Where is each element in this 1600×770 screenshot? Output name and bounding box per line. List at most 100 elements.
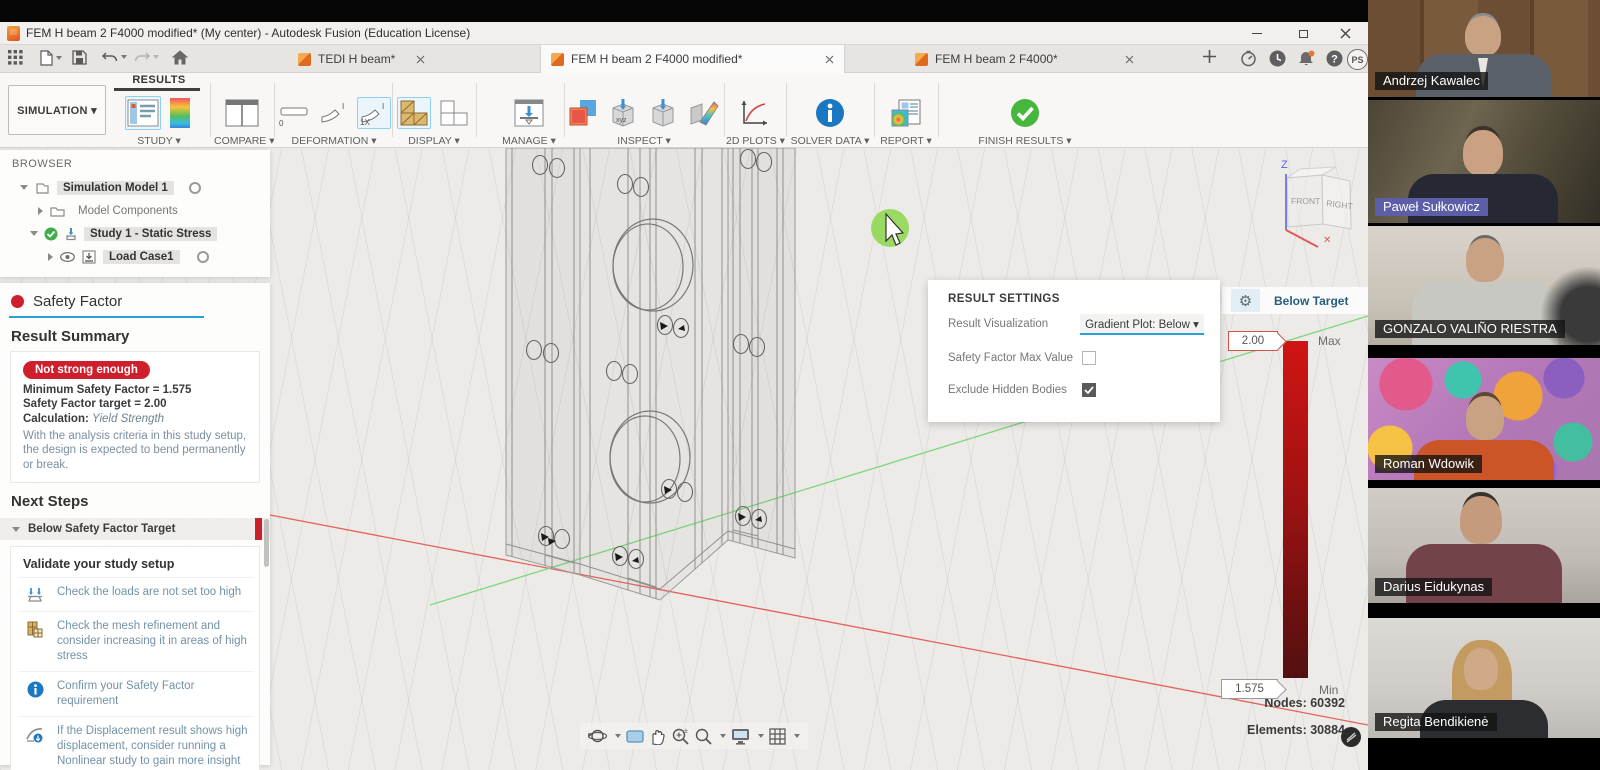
tree-item-study1[interactable]: Study 1 - Static Stress [0, 222, 270, 245]
inspect-point-xyz-button[interactable]: xyz [606, 96, 640, 130]
pan-button[interactable] [649, 728, 666, 745]
step-check-mesh[interactable]: Check the mesh refinement and consider i… [19, 611, 253, 671]
step-check-loads[interactable]: Check the loads are not set too high [19, 577, 253, 611]
close-button[interactable] [1330, 25, 1360, 42]
grid-caret-icon[interactable] [794, 734, 800, 738]
study-group-label[interactable]: STUDY ▾ [112, 135, 206, 147]
zoom-icon: ± [671, 727, 689, 745]
chevron-right-icon[interactable] [48, 253, 53, 261]
x-axis-label: ✕ [1323, 235, 1331, 246]
display-settings-button[interactable] [731, 728, 750, 745]
inspect-point-button[interactable] [646, 96, 680, 130]
step-nonlinear-study[interactable]: If the Displacement result shows high di… [19, 716, 253, 770]
deformation-scaled-button[interactable]: I 1X [357, 97, 391, 129]
undo-button[interactable] [102, 50, 127, 63]
finish-results-button[interactable] [1007, 95, 1043, 131]
max-value-checkbox[interactable] [1082, 351, 1096, 365]
panel-scrollbar[interactable] [264, 519, 269, 567]
app-grid-button[interactable] [8, 50, 23, 65]
2d-plots-button[interactable] [736, 96, 772, 130]
view-cube[interactable]: FRONT RIGHT Z ✕ [1281, 159, 1353, 247]
manage-button[interactable] [511, 96, 547, 130]
save-button[interactable] [72, 50, 87, 65]
compare-button[interactable] [223, 96, 261, 130]
display-caret-icon[interactable] [758, 734, 764, 738]
user-avatar[interactable]: PS [1347, 49, 1368, 70]
participant-tile[interactable]: Andrzej Kawalec [1368, 0, 1600, 97]
participant-tile[interactable]: Paweł Sułkowicz [1368, 100, 1600, 223]
window-title: FEM H beam 2 F4000 modified* (My center)… [26, 26, 470, 40]
solver-data-button[interactable] [812, 95, 848, 131]
inspect-slice-button[interactable] [686, 96, 722, 130]
zoom-window-button[interactable] [694, 727, 712, 745]
file-caret-icon [56, 56, 62, 60]
manage-group-label[interactable]: MANAGE ▾ [498, 135, 560, 147]
deformation-none-button[interactable]: 0 [277, 97, 311, 129]
report-button[interactable] [888, 96, 924, 130]
deformation-group-label[interactable]: DEFORMATION ▾ [278, 135, 390, 147]
compare-group-label[interactable]: COMPARE ▾ [214, 135, 270, 147]
grid-settings-button[interactable] [769, 728, 786, 745]
report-group-label[interactable]: REPORT ▾ [878, 135, 934, 147]
participant-tile[interactable]: Roman Wdowik [1368, 358, 1600, 480]
inspect-group-label[interactable]: INSPECT ▾ [568, 135, 720, 147]
tab-fem-h-beam[interactable]: FEM H beam 2 F4000* [905, 45, 1144, 73]
maximize-button[interactable] [1288, 25, 1318, 42]
activate-model-radio[interactable] [189, 182, 201, 194]
study-results-button[interactable] [125, 96, 161, 130]
finish-group-label[interactable]: FINISH RESULTS ▾ [962, 135, 1088, 147]
tab-tedi-h-beam[interactable]: TEDI H beam* [288, 45, 435, 73]
legend-max-flag[interactable]: 2.00 [1228, 331, 1278, 351]
home-button[interactable] [172, 50, 188, 65]
viewcube-front-label[interactable]: FRONT [1291, 196, 1320, 206]
max-value-label: Safety Factor Max Value [948, 352, 1073, 364]
results-context-tab[interactable]: RESULTS [112, 74, 206, 86]
chevron-down-icon[interactable] [30, 231, 38, 236]
participant-tile[interactable]: Darius Eidukynas [1368, 488, 1600, 603]
activate-load-case-radio[interactable] [197, 251, 209, 263]
job-status-button[interactable] [1240, 50, 1257, 67]
tree-item-simulation-model[interactable]: Simulation Model 1 [0, 176, 270, 199]
look-at-button[interactable] [626, 729, 644, 744]
solver-group-label[interactable]: SOLVER DATA ▾ [790, 135, 870, 147]
display-boundary-button[interactable] [437, 97, 471, 129]
svg-text:I: I [342, 102, 344, 111]
chevron-down-icon[interactable] [20, 185, 28, 190]
step-text: Confirm your Safety Factor requirement [57, 679, 251, 709]
tree-item-model-components[interactable]: Model Components [0, 199, 270, 222]
tab-close-icon[interactable] [1125, 55, 1134, 64]
minimize-button[interactable] [1242, 25, 1272, 42]
exclude-hidden-checkbox[interactable] [1082, 383, 1096, 397]
workspace-selector[interactable]: SIMULATION ▾ [8, 85, 106, 135]
tab-fem-h-beam-modified[interactable]: FEM H beam 2 F4000 modified* [540, 45, 845, 73]
participant-tile[interactable]: Regita Bendikienė [1368, 618, 1600, 738]
safety-factor-panel: Safety Factor Result Summary Not strong … [0, 283, 270, 765]
redo-button[interactable] [134, 50, 159, 63]
inspect-results-button[interactable] [566, 96, 600, 130]
zoom-caret-icon[interactable] [720, 734, 726, 738]
display-group-label[interactable]: DISPLAY ▾ [396, 135, 472, 147]
2dplots-group-label[interactable]: 2D PLOTS ▾ [726, 135, 782, 147]
display-mesh-button[interactable] [397, 97, 431, 129]
notifications-button[interactable] [1298, 50, 1316, 67]
visualization-dropdown[interactable]: Gradient Plot: Below ▾ [1080, 314, 1204, 335]
participant-tile[interactable]: GONZALO VALIÑO RIESTRA [1368, 226, 1600, 345]
new-tab-button[interactable] [1203, 50, 1216, 63]
visibility-eye-icon[interactable] [60, 252, 75, 262]
legend-min-flag[interactable]: 1.575 [1221, 679, 1278, 699]
below-target-row[interactable]: Below Safety Factor Target [0, 518, 270, 540]
chevron-right-icon[interactable] [38, 207, 43, 215]
tab-close-icon[interactable] [416, 55, 425, 64]
zoom-button[interactable]: ± [671, 727, 689, 745]
file-menu-button[interactable] [40, 50, 62, 66]
orbit-button[interactable] [588, 727, 607, 745]
legend-gradient-button[interactable] [167, 95, 193, 131]
deformation-actual-button[interactable]: I [317, 97, 351, 129]
tab-close-icon[interactable] [825, 55, 834, 64]
help-button[interactable]: ? [1326, 50, 1343, 67]
legend-settings-button[interactable]: ⚙ [1231, 289, 1260, 312]
orbit-caret-icon[interactable] [615, 734, 621, 738]
step-confirm-requirement[interactable]: Confirm your Safety Factor requirement [19, 671, 253, 716]
extension-manager-button[interactable] [1269, 50, 1286, 67]
tree-item-load-case1[interactable]: Load Case1 [0, 245, 270, 268]
